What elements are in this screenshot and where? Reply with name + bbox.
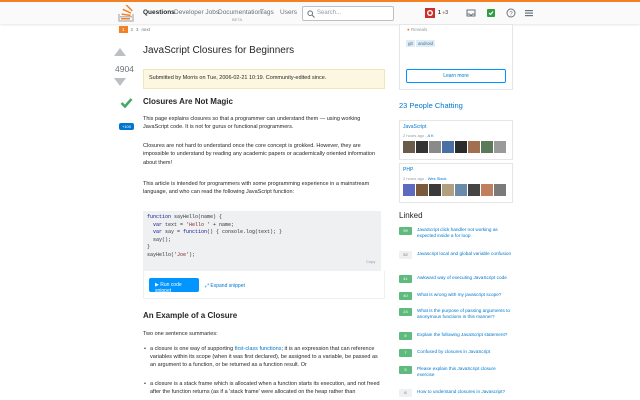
reputation-count: 1 ●3 bbox=[438, 10, 448, 16]
page-title[interactable]: JavaScript Closures for Beginners bbox=[143, 45, 294, 56]
avatar[interactable] bbox=[455, 141, 467, 153]
upvote-button[interactable] bbox=[114, 48, 126, 56]
linked-vote-count: 99 bbox=[399, 227, 412, 235]
tag-android[interactable]: android bbox=[416, 40, 436, 47]
pager-page-3[interactable]: 3 bbox=[136, 27, 139, 32]
linked-question-link[interactable]: Awkward way of executing JavaScript code bbox=[417, 275, 513, 281]
help-icon[interactable]: ? bbox=[506, 8, 516, 18]
avatar[interactable] bbox=[403, 141, 415, 153]
linked-question-link[interactable]: What is wrong with my javascript scope? bbox=[417, 292, 513, 298]
site-switcher-icon[interactable] bbox=[524, 8, 534, 18]
linked-vote-count: 41 bbox=[399, 275, 412, 283]
avatar[interactable] bbox=[425, 8, 435, 18]
avatar[interactable] bbox=[416, 184, 428, 196]
chat-title[interactable]: 23 People Chatting bbox=[399, 101, 463, 110]
search-input[interactable]: Search... bbox=[302, 6, 394, 21]
avatar[interactable] bbox=[494, 141, 506, 153]
chat-room-name[interactable]: PHP bbox=[403, 167, 413, 173]
linked-vote-count: 7 bbox=[399, 349, 412, 357]
code-snippet: function sayHello(name) { var text = 'He… bbox=[143, 211, 381, 271]
linked-question-link[interactable]: Explain the following JavaScript stateme… bbox=[417, 332, 513, 338]
downvote-button[interactable] bbox=[114, 78, 126, 86]
learn-more-button[interactable]: Learn more bbox=[406, 69, 506, 83]
inbox-icon[interactable] bbox=[466, 8, 476, 18]
community-notice: Submitted by Morris on Tue, 2006-02-21 1… bbox=[143, 69, 385, 89]
avatar[interactable] bbox=[494, 184, 506, 196]
avatar[interactable] bbox=[455, 184, 467, 196]
avatar[interactable] bbox=[442, 184, 454, 196]
list-item: a closure is one way of supporting first… bbox=[144, 345, 385, 370]
paragraph-summaries: Two one sentence summaries: bbox=[143, 331, 218, 337]
paragraph-intro: This page explains closures so that a pr… bbox=[143, 116, 361, 131]
linked-question-link[interactable]: How to understand closures in Javascript… bbox=[417, 389, 513, 395]
nav-tags[interactable]: Tags bbox=[260, 9, 274, 16]
pager-page-2[interactable]: 2 bbox=[131, 27, 134, 32]
badge-count: 3 bbox=[445, 10, 448, 16]
heading-example-closure: An Example of a Closure bbox=[143, 311, 238, 320]
list-item: a closure is a stack frame which is allo… bbox=[144, 380, 385, 396]
avatar[interactable] bbox=[403, 184, 415, 196]
search-placeholder: Search... bbox=[317, 10, 342, 16]
avatar[interactable] bbox=[442, 141, 454, 153]
linked-question-link[interactable]: What is the purpose of passing arguments… bbox=[417, 308, 513, 320]
stackoverflow-logo-icon[interactable] bbox=[118, 5, 134, 23]
linked-vote-count: 40 bbox=[399, 292, 412, 300]
chat-room-javascript[interactable]: JavaScript 2 hours ago - A K bbox=[399, 120, 513, 160]
chat-room-time: 2 hours ago - Wes Slack bbox=[403, 176, 447, 181]
linked-vote-count: 5 bbox=[399, 366, 412, 374]
linked-vote-count: 6 bbox=[399, 389, 412, 397]
nav-questions[interactable]: Questions bbox=[143, 9, 175, 16]
avatar[interactable] bbox=[429, 141, 441, 153]
nav-developer-jobs[interactable]: Developer Jobs bbox=[174, 9, 219, 16]
nav-users[interactable]: Users bbox=[280, 9, 297, 16]
expand-snippet-link[interactable]: ⤢ Expand snippet bbox=[205, 283, 245, 289]
tag-git[interactable]: git bbox=[406, 40, 415, 47]
pager-current[interactable]: 1 bbox=[119, 26, 128, 33]
linked-title: Linked bbox=[399, 211, 423, 220]
linked-question-link[interactable]: Confused by closures in JavaScript bbox=[417, 349, 513, 355]
paragraph-not-hard: Closures are not hard to understand once… bbox=[143, 143, 376, 166]
linked-question-link[interactable]: JavaScript click handler not working as … bbox=[417, 227, 513, 239]
chat-room-name[interactable]: JavaScript bbox=[403, 124, 426, 130]
vote-score: 4904 bbox=[115, 64, 134, 74]
pager-next[interactable]: next bbox=[142, 27, 151, 32]
chat-avatars bbox=[403, 184, 506, 196]
search-icon bbox=[307, 10, 315, 18]
nav-documentation[interactable]: Documentation bbox=[218, 9, 262, 16]
beta-label: BETA bbox=[232, 17, 243, 22]
first-class-functions-link[interactable]: first-class functions bbox=[235, 346, 282, 352]
achievements-icon[interactable] bbox=[486, 8, 496, 18]
linked-question-link[interactable]: Javascript local and global variable con… bbox=[417, 251, 513, 257]
paragraph-audience: This article is intended for programmers… bbox=[143, 181, 370, 196]
avatar[interactable] bbox=[481, 184, 493, 196]
avatar[interactable] bbox=[416, 141, 428, 153]
copy-button[interactable]: Copy bbox=[366, 259, 375, 264]
chat-room-php[interactable]: PHP 2 hours ago - Wes Slack bbox=[399, 163, 513, 203]
linked-question-link[interactable]: Please explain this JavaScript closure e… bbox=[417, 366, 513, 378]
top-bar: Questions Developer Jobs Documentation B… bbox=[0, 0, 640, 24]
avatar[interactable] bbox=[468, 141, 480, 153]
heading-closures-not-magic: Closures Are Not Magic bbox=[143, 97, 233, 106]
linked-vote-count: 52 bbox=[399, 251, 412, 259]
chat-room-time: 2 hours ago - A K bbox=[403, 133, 434, 138]
linked-vote-count: 24 bbox=[399, 308, 412, 316]
accepted-checkmark-icon[interactable] bbox=[120, 96, 133, 109]
chat-avatars bbox=[403, 141, 506, 153]
avatar[interactable] bbox=[429, 184, 441, 196]
reveal-label: ● Reveals bbox=[407, 27, 428, 32]
avatar[interactable] bbox=[481, 141, 493, 153]
avatar[interactable] bbox=[468, 184, 480, 196]
bounty-badge[interactable]: +100 bbox=[119, 123, 135, 130]
pager: 1 2 3 next bbox=[119, 26, 153, 33]
run-code-snippet-button[interactable]: ▶ Run code snippet bbox=[149, 278, 199, 294]
linked-vote-count: 8 bbox=[399, 332, 412, 340]
